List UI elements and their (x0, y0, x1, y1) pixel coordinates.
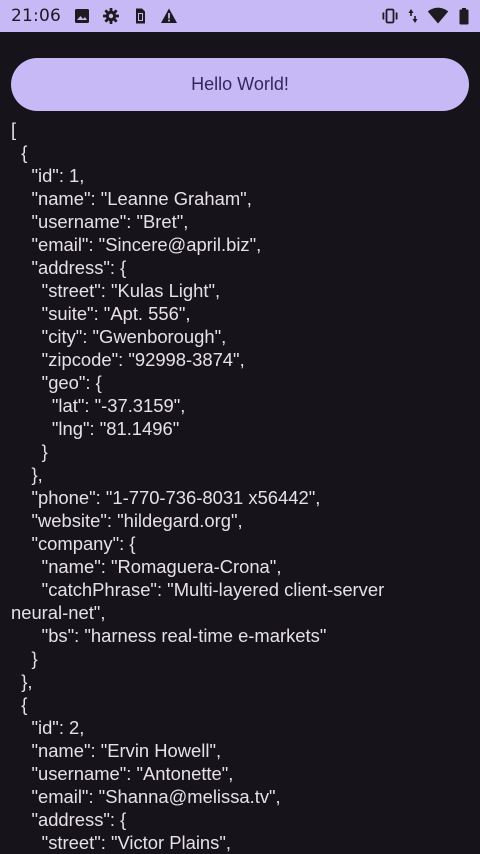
vibrate-icon (381, 7, 399, 25)
status-right-group (372, 0, 470, 32)
app-content: Hello World! [ { "id": 1, "name": "Leann… (0, 32, 480, 854)
hello-world-button[interactable]: Hello World! (11, 58, 469, 111)
status-time: 21:06 (11, 6, 61, 26)
image-icon (73, 7, 91, 25)
battery-icon (458, 7, 470, 25)
warning-icon (160, 7, 178, 25)
json-response-text: [ { "id": 1, "name": "Leanne Graham", "u… (11, 119, 385, 853)
status-left-group: 21:06 (0, 0, 189, 32)
data-arrows-icon (408, 7, 418, 25)
status-bar: 21:06 (0, 0, 480, 32)
sim-card-icon (131, 7, 149, 25)
gear-icon (102, 7, 120, 25)
wifi-icon (427, 7, 449, 25)
